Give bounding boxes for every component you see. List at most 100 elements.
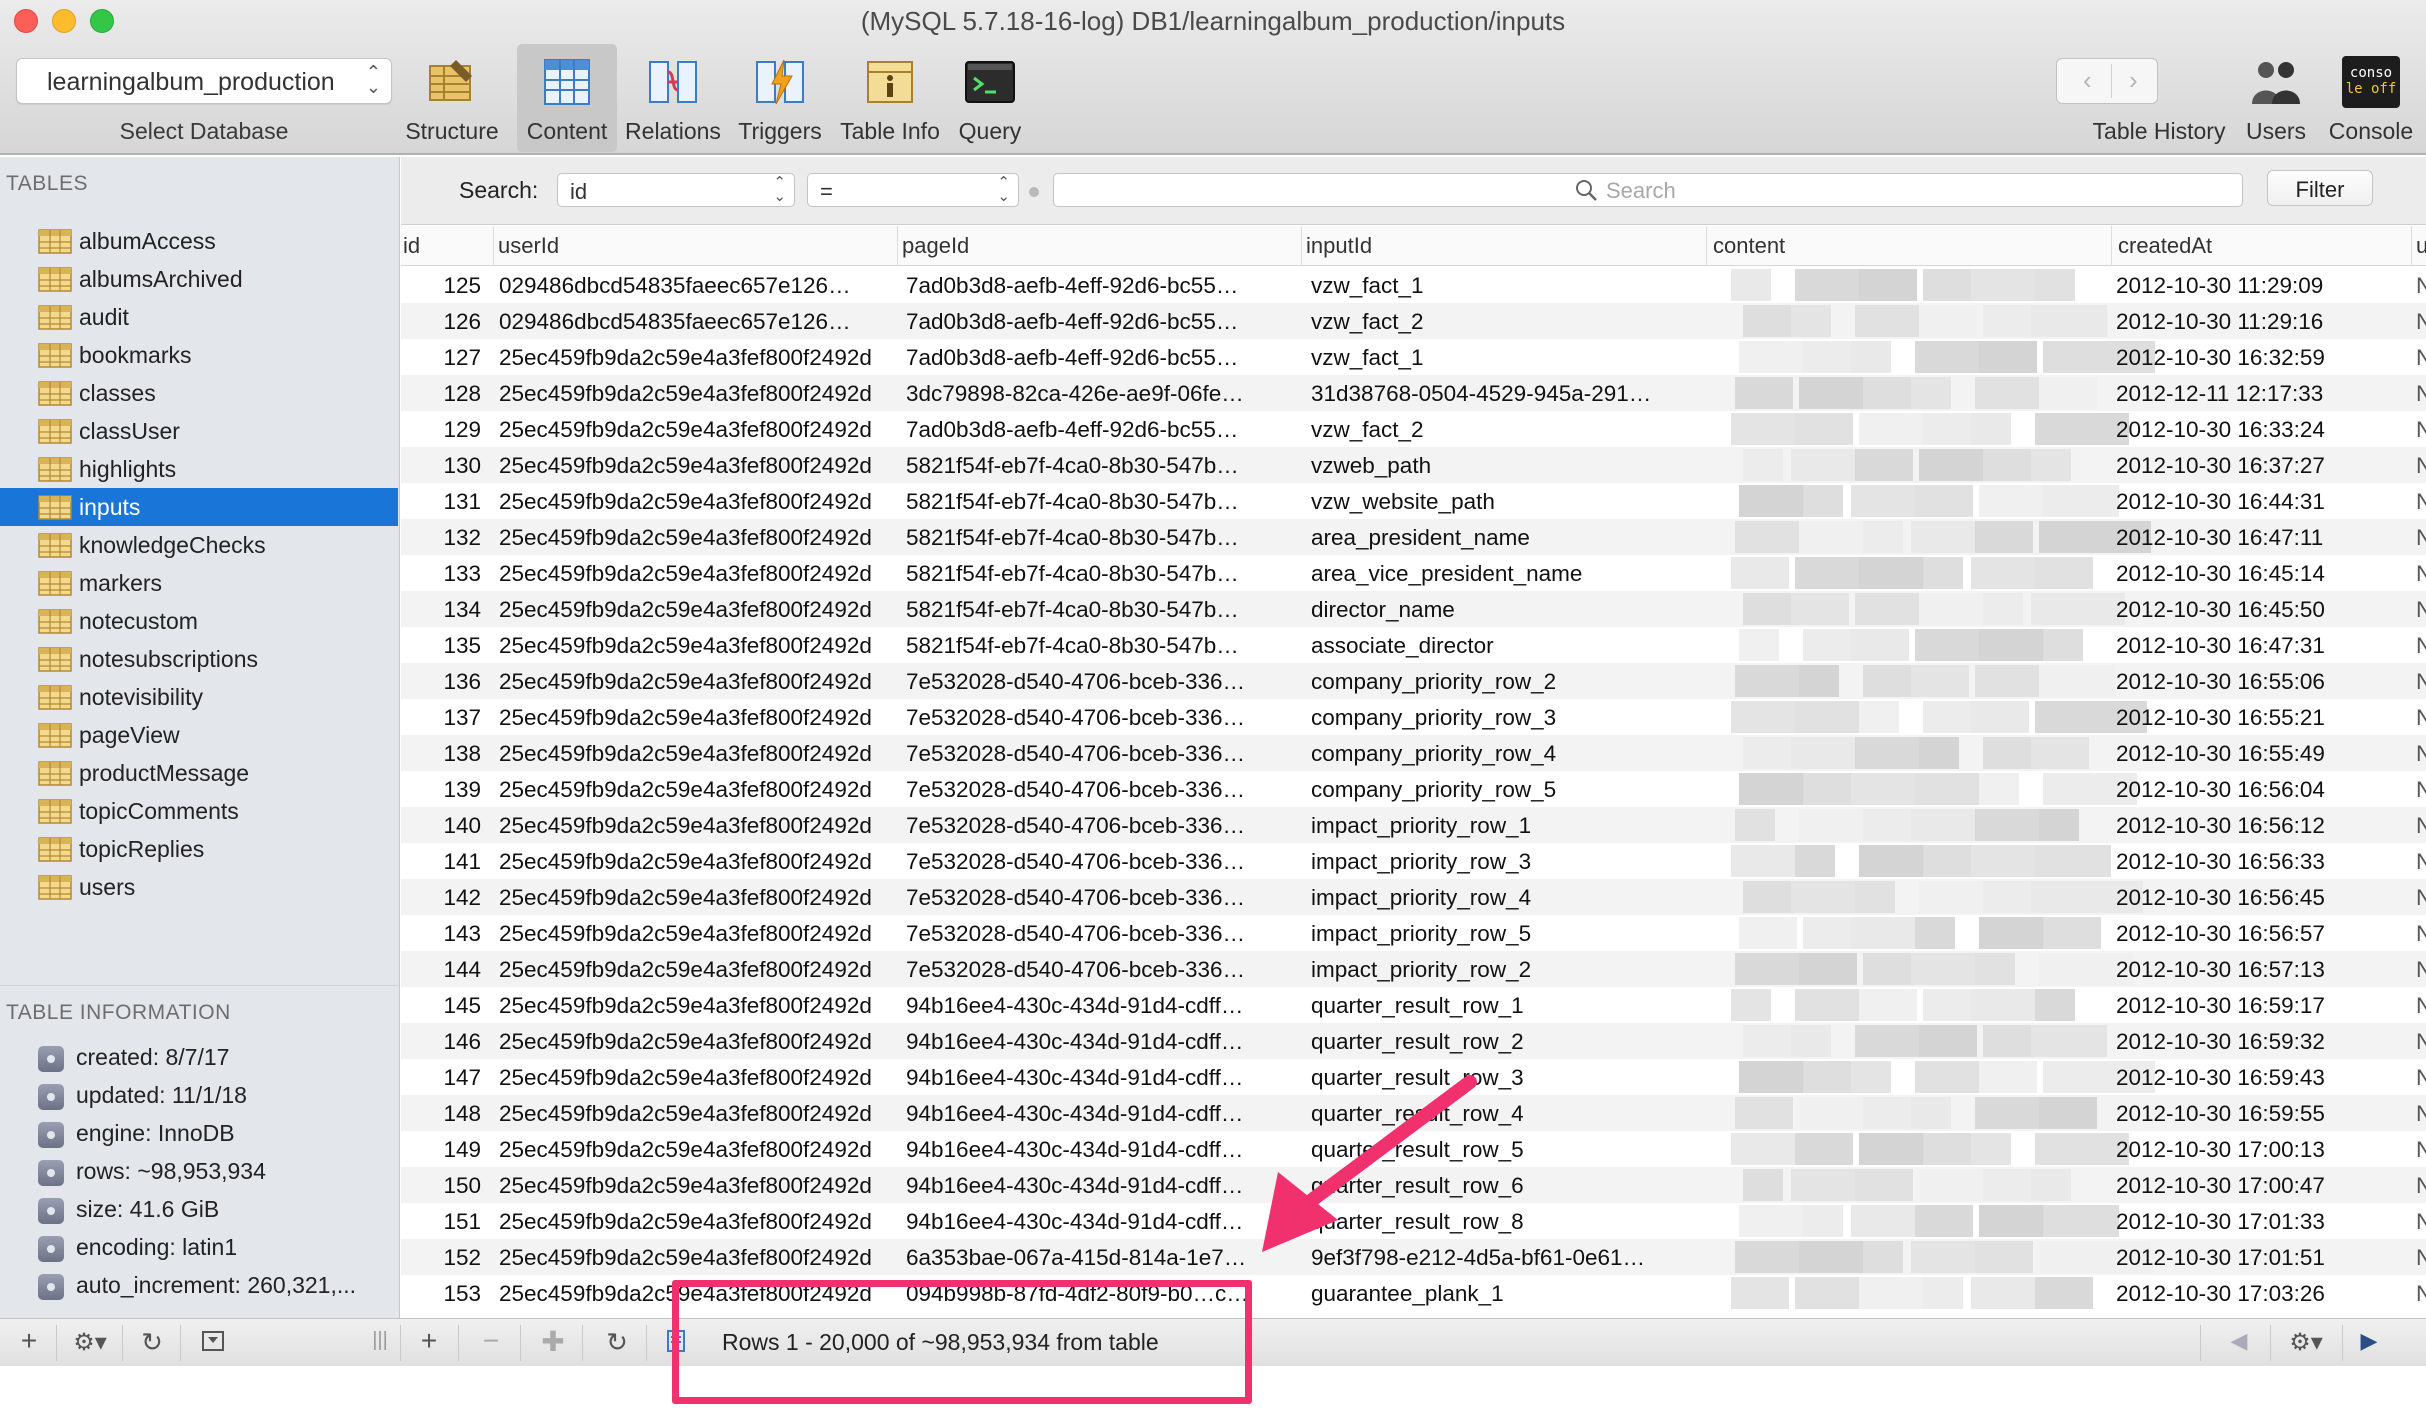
table-row[interactable]: 149 25ec459fb9da2c59e4a3fef800f2492d 94b16…: [401, 1131, 2426, 1167]
table-row[interactable]: 128 25ec459fb9da2c59e4a3fef800f2492d 3dc79…: [401, 375, 2426, 411]
cell-id: 130: [443, 453, 481, 478]
column-header-userid[interactable]: userId: [493, 226, 893, 266]
add-table-button[interactable]: +: [14, 1325, 44, 1359]
structure-button[interactable]: Structure: [402, 44, 502, 152]
users-button[interactable]: Users: [2226, 44, 2326, 152]
table-row[interactable]: 146 25ec459fb9da2c59e4a3fef800f2492d 94b16…: [401, 1023, 2426, 1059]
sidebar-table-notevisibility[interactable]: notevisibility: [0, 678, 398, 716]
add-row-button[interactable]: +: [414, 1325, 444, 1359]
table-row[interactable]: 135 25ec459fb9da2c59e4a3fef800f2492d 5821f…: [401, 627, 2426, 663]
sidebar-table-albumAccess[interactable]: albumAccess: [0, 222, 398, 260]
cell-userid: 25ec459fb9da2c59e4a3fef800f2492d: [499, 957, 872, 982]
filter-button[interactable]: Filter: [2267, 170, 2373, 206]
table-row[interactable]: 147 25ec459fb9da2c59e4a3fef800f2492d 94b16…: [401, 1059, 2426, 1095]
refresh-tables-icon[interactable]: ↻: [134, 1327, 170, 1361]
blurred-content-cell: [1721, 663, 2115, 699]
triggers-button[interactable]: Triggers: [730, 44, 830, 152]
table-row[interactable]: 141 25ec459fb9da2c59e4a3fef800f2492d 7e532…: [401, 843, 2426, 879]
table-row[interactable]: 131 25ec459fb9da2c59e4a3fef800f2492d 5821f…: [401, 483, 2426, 519]
cell-userid: 25ec459fb9da2c59e4a3fef800f2492d: [499, 921, 872, 946]
sidebar-table-label: topicComments: [79, 798, 239, 824]
column-header-content[interactable]: content: [1706, 226, 2106, 266]
column-header-pageid[interactable]: pageId: [897, 226, 1297, 266]
sidebar-table-highlights[interactable]: highlights: [0, 450, 398, 488]
duplicate-row-button[interactable]: ✚: [538, 1325, 568, 1359]
query-button[interactable]: Query: [940, 44, 1040, 152]
cell-overflow: N: [2416, 417, 2426, 442]
content-button[interactable]: Content: [517, 44, 617, 152]
cell-userid: 25ec459fb9da2c59e4a3fef800f2492d: [499, 489, 872, 514]
table-row[interactable]: 126 029486dbcd54835faeec657e126… 7ad0b3d8-…: [401, 303, 2426, 339]
table-gear-menu-icon[interactable]: ⚙▾: [66, 1328, 114, 1362]
sidebar-table-albumsArchived[interactable]: albumsArchived: [0, 260, 398, 298]
filter-operator-select[interactable]: = ⌃ ⌄: [807, 173, 1019, 207]
sidebar-table-classes[interactable]: classes: [0, 374, 398, 412]
previous-page-icon[interactable]: ◀: [2224, 1328, 2254, 1362]
sidebar-table-topicComments[interactable]: topicComments: [0, 792, 398, 830]
annotation-highlight-box: [672, 1280, 1252, 1404]
splitter-handle-icon[interactable]: |||: [370, 1329, 390, 1363]
sidebar-table-pageView[interactable]: pageView: [0, 716, 398, 754]
table-info-button[interactable]: Table Info: [836, 44, 944, 152]
table-row[interactable]: 143 25ec459fb9da2c59e4a3fef800f2492d 7e532…: [401, 915, 2426, 951]
table-row[interactable]: 144 25ec459fb9da2c59e4a3fef800f2492d 7e532…: [401, 951, 2426, 987]
sidebar-table-productMessage[interactable]: productMessage: [0, 754, 398, 792]
structure-label: Structure: [405, 118, 499, 144]
table-row[interactable]: 151 25ec459fb9da2c59e4a3fef800f2492d 94b16…: [401, 1203, 2426, 1239]
next-page-icon[interactable]: ▶: [2354, 1328, 2384, 1362]
sidebar-table-notesubscriptions[interactable]: notesubscriptions: [0, 640, 398, 678]
column-header-id[interactable]: id: [403, 226, 483, 266]
table-row[interactable]: 148 25ec459fb9da2c59e4a3fef800f2492d 94b16…: [401, 1095, 2426, 1131]
table-row[interactable]: 138 25ec459fb9da2c59e4a3fef800f2492d 7e532…: [401, 735, 2426, 771]
table-row[interactable]: 132 25ec459fb9da2c59e4a3fef800f2492d 5821f…: [401, 519, 2426, 555]
column-header-overflow[interactable]: u: [2411, 226, 2426, 266]
filter-indicator-dot: [1029, 187, 1039, 197]
filter-search-input[interactable]: Search: [1053, 173, 2243, 207]
table-history-caption: Table History: [2086, 74, 2232, 152]
table-row[interactable]: 145 25ec459fb9da2c59e4a3fef800f2492d 94b16…: [401, 987, 2426, 1023]
table-row[interactable]: 133 25ec459fb9da2c59e4a3fef800f2492d 5821f…: [401, 555, 2426, 591]
sidebar-table-audit[interactable]: audit: [0, 298, 398, 336]
cell-userid: 25ec459fb9da2c59e4a3fef800f2492d: [499, 741, 872, 766]
cell-pageid: 7ad0b3d8-aefb-4eff-92d6-bc55…: [906, 417, 1239, 442]
table-row[interactable]: 134 25ec459fb9da2c59e4a3fef800f2492d 5821f…: [401, 591, 2426, 627]
cell-createdat: 2012-10-30 16:44:31: [2116, 489, 2325, 514]
refresh-rows-icon[interactable]: ↻: [600, 1327, 634, 1361]
column-header-inputid[interactable]: inputId: [1301, 226, 1701, 266]
sidebar-table-users[interactable]: users: [0, 868, 398, 906]
console-button[interactable]: conso le off Console: [2320, 44, 2422, 152]
table-row[interactable]: 137 25ec459fb9da2c59e4a3fef800f2492d 7e532…: [401, 699, 2426, 735]
cell-overflow: N: [2416, 849, 2426, 874]
blurred-content-cell: [1721, 627, 2093, 663]
relations-button[interactable]: Relations: [623, 44, 723, 152]
sidebar-table-notecustom[interactable]: notecustom: [0, 602, 398, 640]
filter-tables-icon[interactable]: [196, 1325, 230, 1359]
cell-overflow: N: [2416, 525, 2426, 550]
database-select[interactable]: learningalbum_production ⌃ ⌄: [16, 58, 392, 104]
table-row[interactable]: 152 25ec459fb9da2c59e4a3fef800f2492d 6a353…: [401, 1239, 2426, 1275]
cell-inputid: impact_priority_row_1: [1311, 813, 1532, 838]
table-row[interactable]: 139 25ec459fb9da2c59e4a3fef800f2492d 7e532…: [401, 771, 2426, 807]
sidebar-table-inputs[interactable]: inputs: [0, 488, 398, 526]
table-row[interactable]: 125 029486dbcd54835faeec657e126… 7ad0b3d8-…: [401, 267, 2426, 303]
table-row[interactable]: 130 25ec459fb9da2c59e4a3fef800f2492d 5821f…: [401, 447, 2426, 483]
table-row[interactable]: 136 25ec459fb9da2c59e4a3fef800f2492d 7e532…: [401, 663, 2426, 699]
content-gear-menu-icon[interactable]: ⚙▾: [2282, 1328, 2330, 1362]
remove-row-button[interactable]: −: [476, 1325, 506, 1359]
sidebar-table-knowledgeChecks[interactable]: knowledgeChecks: [0, 526, 398, 564]
table-row[interactable]: 150 25ec459fb9da2c59e4a3fef800f2492d 94b16…: [401, 1167, 2426, 1203]
filter-field-select[interactable]: id ⌃ ⌄: [557, 173, 795, 207]
cell-createdat: 2012-10-30 16:56:57: [2116, 921, 2325, 946]
table-row[interactable]: 140 25ec459fb9da2c59e4a3fef800f2492d 7e532…: [401, 807, 2426, 843]
table-row[interactable]: 142 25ec459fb9da2c59e4a3fef800f2492d 7e532…: [401, 879, 2426, 915]
sidebar-table-classUser[interactable]: classUser: [0, 412, 398, 450]
sidebar-table-markers[interactable]: markers: [0, 564, 398, 602]
sidebar-table-label: albumsArchived: [79, 266, 243, 292]
sidebar-table-topicReplies[interactable]: topicReplies: [0, 830, 398, 868]
column-header-createdat[interactable]: createdAt: [2111, 226, 2411, 266]
table-row[interactable]: 129 25ec459fb9da2c59e4a3fef800f2492d 7ad0b…: [401, 411, 2426, 447]
cell-createdat: 2012-10-30 16:59:55: [2116, 1101, 2325, 1126]
sidebar-table-bookmarks[interactable]: bookmarks: [0, 336, 398, 374]
table-icon: [38, 305, 72, 330]
table-row[interactable]: 127 25ec459fb9da2c59e4a3fef800f2492d 7ad0b…: [401, 339, 2426, 375]
